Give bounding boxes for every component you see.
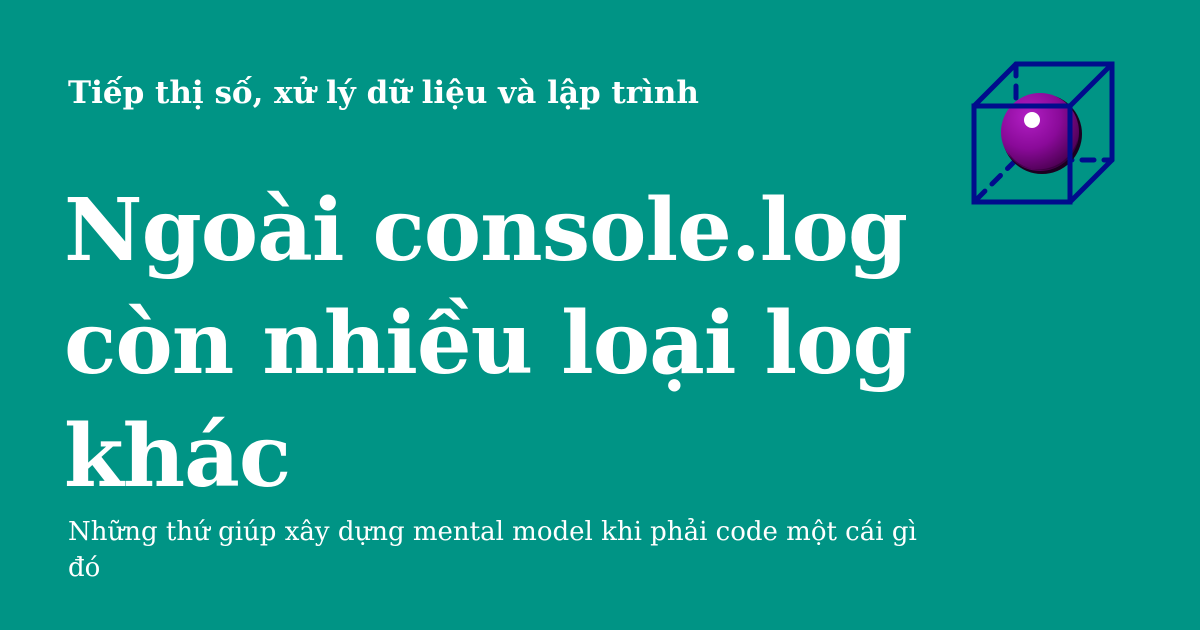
og-card: Tiếp thị số, xử lý dữ liệu và lập trình …	[0, 0, 1200, 630]
article-title: Ngoài console.log còn nhiều loại log khá…	[64, 180, 913, 507]
site-tagline: Tiếp thị số, xử lý dữ liệu và lập trình	[68, 75, 699, 111]
article-subtitle: Những thứ giúp xây dựng mental model khi…	[68, 517, 917, 583]
cube-with-sphere-icon	[971, 61, 1115, 205]
